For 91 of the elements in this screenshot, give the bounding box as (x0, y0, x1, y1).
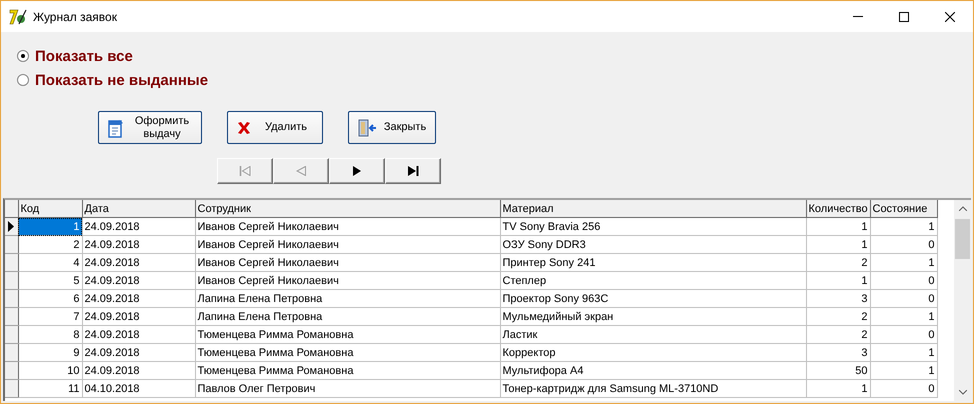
table-cell: 24.09.2018 (82, 308, 195, 326)
maximize-icon (899, 12, 909, 22)
table-cell: 6 (18, 290, 82, 308)
window-title: Журнал заявок (33, 10, 117, 24)
table-cell: 3 (806, 290, 870, 308)
table-cell: 1 (806, 218, 870, 236)
table-cell: Иванов Сергей Николаевич (195, 236, 500, 254)
table-cell: 11 (18, 380, 82, 398)
notepad-icon (107, 118, 125, 138)
table-cell: 9 (18, 344, 82, 362)
table-cell: 4 (18, 254, 82, 272)
table-cell: Принтер Sony 241 (500, 254, 806, 272)
table-cell: 1 (806, 236, 870, 254)
table-cell: Тюменцева Римма Романовна (195, 326, 500, 344)
table-cell: 24.09.2018 (82, 218, 195, 236)
header-corner (5, 200, 18, 218)
next-record-button[interactable] (329, 158, 385, 184)
table-cell: 24.09.2018 (82, 272, 195, 290)
table-cell: Лапина Елена Петровна (195, 290, 500, 308)
table-cell: 0 (870, 326, 937, 344)
table-cell: 2 (806, 308, 870, 326)
last-record-icon (408, 166, 418, 176)
column-header[interactable]: Количество (806, 200, 870, 218)
radio-label: Показать все (35, 48, 133, 64)
current-row-icon (8, 221, 14, 232)
table-cell: 1 (18, 218, 82, 236)
radio-button[interactable] (17, 50, 29, 62)
table-cell: Иванов Сергей Николаевич (195, 254, 500, 272)
close-icon (945, 12, 955, 22)
previous-record-icon (296, 166, 306, 176)
table-cell: 24.09.2018 (82, 362, 195, 380)
table-cell: Проектор Sony 963C (500, 290, 806, 308)
table-cell: Лапина Елена Петровна (195, 308, 500, 326)
table-cell: 2 (806, 254, 870, 272)
table-cell: 1 (870, 362, 937, 380)
table-cell: 1 (870, 254, 937, 272)
table-cell: Мульмедийный экран (500, 308, 806, 326)
column-header[interactable]: Код (18, 200, 82, 218)
app-icon (9, 8, 27, 26)
table-cell: Тюменцева Римма Романовна (195, 362, 500, 380)
radio-label: Показать не выданные (35, 72, 208, 88)
radio-button[interactable] (17, 74, 29, 86)
table-cell: 0 (870, 272, 937, 290)
table-cell: 2 (18, 236, 82, 254)
table-cell: 24.09.2018 (82, 344, 195, 362)
table-cell: 2 (806, 326, 870, 344)
table-cell: 1 (806, 272, 870, 290)
table-cell: 24.09.2018 (82, 254, 195, 272)
minimize-icon (853, 16, 863, 17)
table-cell: 1 (870, 218, 937, 236)
table-cell: ОЗУ Sony DDR3 (500, 236, 806, 254)
table-cell: 5 (18, 272, 82, 290)
column-header[interactable]: Материал (500, 200, 806, 218)
issue-button[interactable]: Оформить выдачу (98, 111, 202, 144)
table-cell: Павлов Олег Петрович (195, 380, 500, 398)
table-cell: Степлер (500, 272, 806, 290)
table-cell: Тонер-картридж для Samsung ML-3710ND (500, 380, 806, 398)
table-cell: 8 (18, 326, 82, 344)
table-cell: 04.10.2018 (82, 380, 195, 398)
cross-icon (236, 120, 252, 136)
table-cell: 24.09.2018 (82, 326, 195, 344)
table-cell: 10 (18, 362, 82, 380)
table-cell: Иванов Сергей Николаевич (195, 218, 500, 236)
table-cell: 0 (870, 380, 937, 398)
last-record-button[interactable] (385, 158, 441, 184)
table-cell: 1 (870, 344, 937, 362)
table-cell: 0 (870, 236, 937, 254)
table-cell: 24.09.2018 (82, 290, 195, 308)
table-cell: Корректор (500, 344, 806, 362)
first-record-icon (239, 166, 251, 176)
table-cell: TV Sony Bravia 256 (500, 218, 806, 236)
table-cell: Ластик (500, 326, 806, 344)
next-record-icon (353, 166, 361, 176)
scroll-thumb[interactable] (955, 219, 970, 259)
table-cell: Тюменцева Римма Романовна (195, 344, 500, 362)
column-header[interactable]: Состояние (870, 200, 937, 218)
row-indicator[interactable] (5, 218, 18, 236)
column-header[interactable]: Дата (82, 200, 195, 218)
close-button[interactable]: Закрыть (348, 111, 436, 144)
table-cell: 50 (806, 362, 870, 380)
table-cell: 1 (870, 308, 937, 326)
table-cell: 7 (18, 308, 82, 326)
table-cell: Мультифора А4 (500, 362, 806, 380)
table-cell: 0 (870, 290, 937, 308)
table-cell: 1 (806, 380, 870, 398)
column-header[interactable]: Сотрудник (195, 200, 500, 218)
door-exit-icon (357, 118, 377, 138)
delete-button[interactable]: Удалить (227, 111, 323, 144)
table-cell: Иванов Сергей Николаевич (195, 272, 500, 290)
table-cell: 24.09.2018 (82, 236, 195, 254)
table-cell: 3 (806, 344, 870, 362)
